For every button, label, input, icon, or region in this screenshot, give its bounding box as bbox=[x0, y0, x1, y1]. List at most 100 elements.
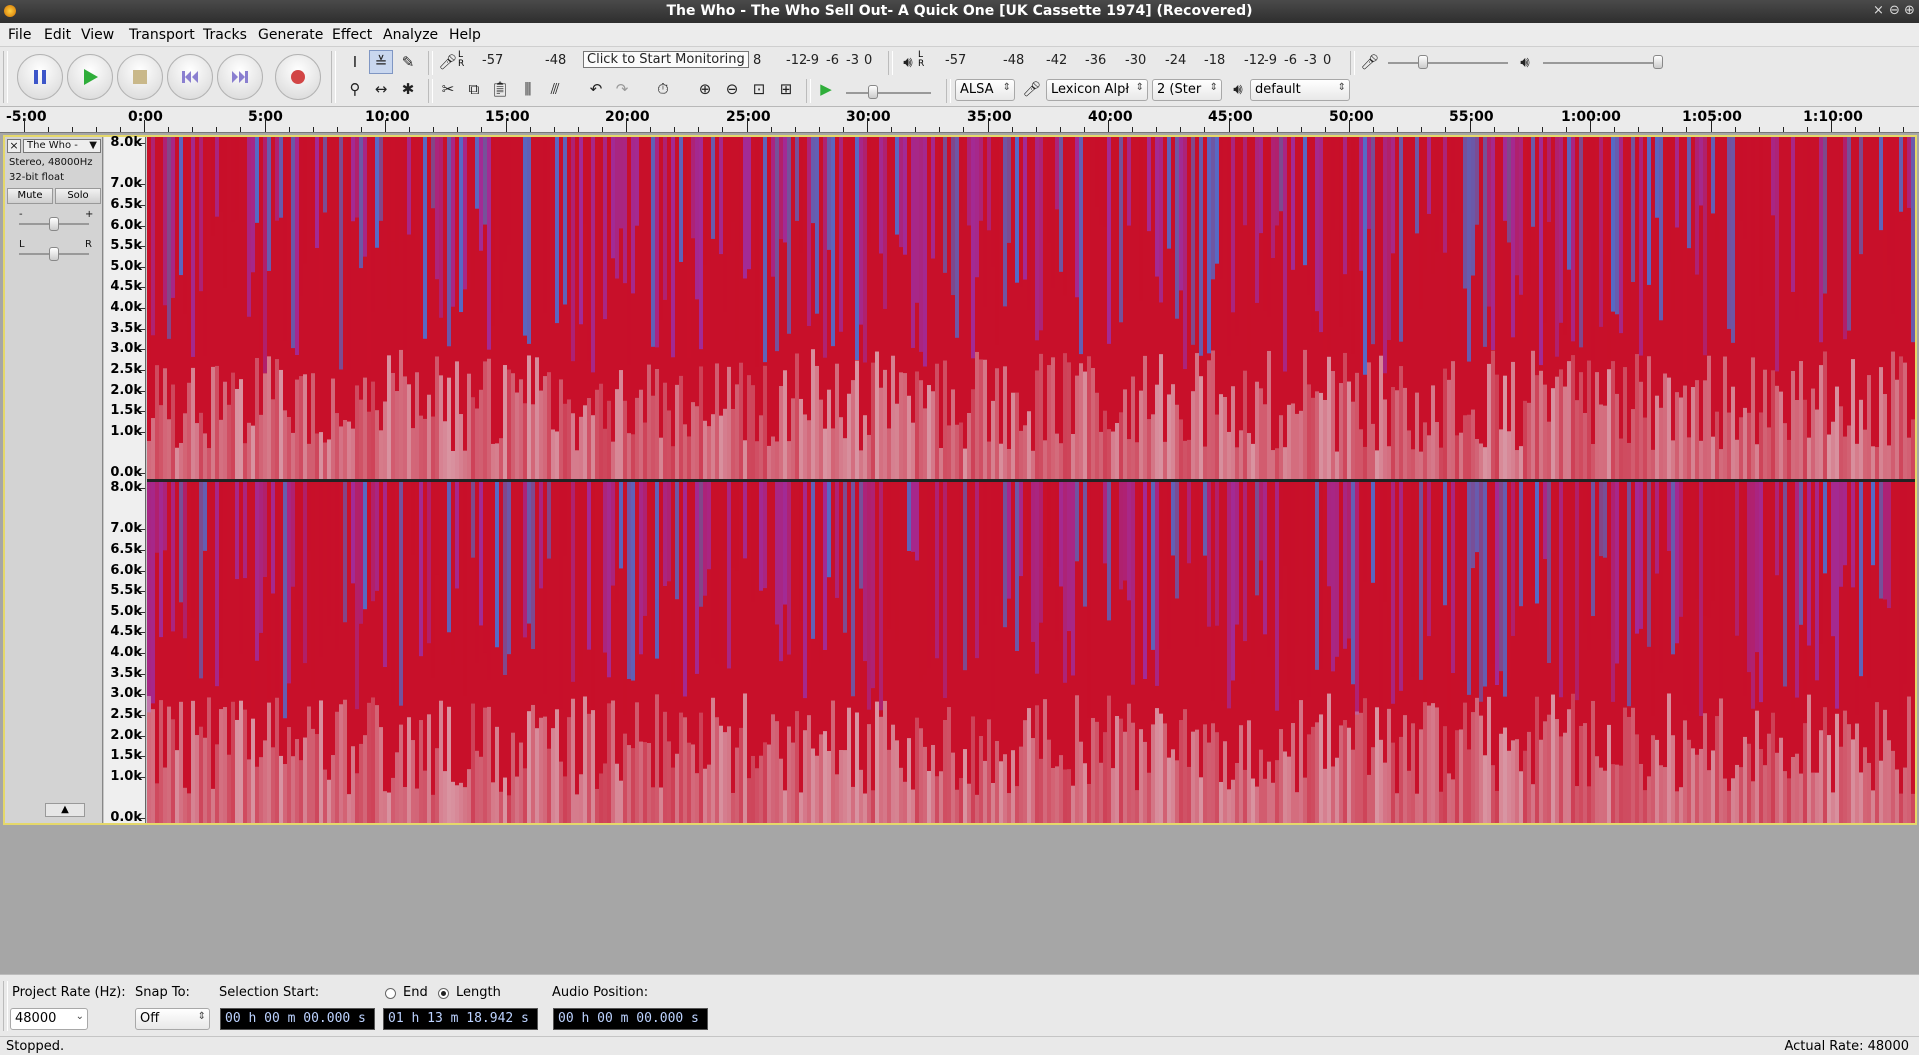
recording-volume-slider[interactable] bbox=[1418, 55, 1428, 69]
sync-lock-button[interactable]: ⏱ bbox=[651, 77, 675, 101]
audio-track[interactable]: × The Who - ▼ Stereo, 48000Hz 32-bit floa… bbox=[3, 135, 1917, 825]
solo-button[interactable]: Solo bbox=[55, 188, 101, 204]
ruler-tick bbox=[601, 127, 603, 132]
recording-channels-select[interactable]: 2 (Ster ⇕ bbox=[1152, 79, 1222, 101]
minimize-window-button[interactable]: ⊖ bbox=[1889, 3, 1900, 18]
ruler-label: 10:00 bbox=[365, 109, 410, 125]
undo-icon: ↶ bbox=[589, 80, 603, 98]
spectrogram-right-channel[interactable] bbox=[147, 482, 1915, 823]
menu-transport[interactable]: Transport bbox=[129, 27, 195, 43]
close-track-button[interactable]: × bbox=[7, 139, 21, 153]
recording-device-select[interactable]: Lexicon Alpł ⇕ bbox=[1046, 79, 1148, 101]
pause-button[interactable] bbox=[17, 54, 63, 100]
envelope-tool[interactable]: ≚ bbox=[369, 50, 393, 74]
menu-view[interactable]: View bbox=[81, 27, 114, 43]
close-icon: × bbox=[9, 139, 19, 152]
length-value: 01 h 13 m 18.942 s bbox=[388, 1011, 529, 1026]
frequency-label: 8.0k bbox=[110, 135, 142, 150]
menu-edit[interactable]: Edit bbox=[44, 27, 71, 43]
record-meter[interactable]: -57 -48 Click to Start Monitoring 8 -12 … bbox=[470, 50, 880, 70]
spectrogram-image bbox=[147, 137, 1915, 479]
menu-tracks[interactable]: Tracks bbox=[203, 27, 247, 43]
skip-to-end-button[interactable] bbox=[217, 54, 263, 100]
record-meter-grip[interactable] bbox=[428, 51, 433, 75]
snap-to-value: Off bbox=[140, 1011, 160, 1026]
frequency-tick bbox=[140, 549, 145, 551]
play-at-speed-button[interactable]: ▶ bbox=[814, 77, 838, 101]
edit-toolbar-grip[interactable] bbox=[428, 79, 433, 103]
dropdown-arrow-icon: ▼ bbox=[89, 140, 97, 151]
tools-toolbar-grip[interactable] bbox=[331, 51, 336, 103]
redo-button[interactable]: ↷ bbox=[610, 77, 634, 101]
silence-button[interactable]: ⫻ bbox=[543, 77, 567, 101]
record-scale-tick: -48 bbox=[545, 53, 567, 68]
play-speed-slider[interactable] bbox=[868, 85, 878, 99]
playback-device-value: default bbox=[1255, 82, 1301, 97]
time-shift-tool[interactable]: ↔ bbox=[369, 77, 393, 101]
play-at-speed-grip[interactable] bbox=[806, 79, 811, 103]
ruler-tick bbox=[168, 127, 170, 132]
multi-tool[interactable]: ✱ bbox=[396, 77, 420, 101]
silence-icon: ⫻ bbox=[550, 80, 560, 98]
frequency-ruler[interactable]: 8.0k 7.0k 6.5k 6.0k 5.5k 5.0k 4.5k 4.0k 3.5k 3.0k… bbox=[104, 135, 146, 825]
selection-toolbar-grip[interactable] bbox=[3, 981, 8, 1031]
timeline-ruler[interactable]: -5:00 0:00 5:00 10:00 15:00 20:00 25:00 … bbox=[0, 107, 1919, 133]
length-radio[interactable] bbox=[438, 988, 449, 999]
record-button[interactable] bbox=[275, 54, 321, 100]
play-button[interactable] bbox=[67, 54, 113, 100]
mixer-toolbar-grip[interactable] bbox=[1350, 51, 1355, 75]
play-meter-button[interactable]: 🔊︎ bbox=[896, 50, 920, 74]
audio-position-value: 00 h 00 m 00.000 s bbox=[558, 1011, 699, 1026]
zoom-in-button[interactable]: ⊕ bbox=[693, 77, 717, 101]
snap-to-select[interactable]: Off ⇕ bbox=[135, 1008, 210, 1030]
play-meter[interactable]: -57 -48 -42 -36 -30 -24 -18 -12 -9 -6 -3… bbox=[930, 50, 1340, 70]
copy-button[interactable]: ⧉ bbox=[462, 77, 486, 101]
frequency-label: 7.0k bbox=[110, 521, 142, 537]
undo-button[interactable]: ↶ bbox=[584, 77, 608, 101]
fit-project-button[interactable]: ⊞ bbox=[774, 77, 798, 101]
zoom-out-button[interactable]: ⊖ bbox=[720, 77, 744, 101]
menu-file[interactable]: File bbox=[8, 27, 31, 43]
mute-button[interactable]: Mute bbox=[7, 188, 53, 204]
ruler-tick bbox=[119, 127, 121, 132]
selection-start-field[interactable]: 00 h 00 m 00.000 s bbox=[220, 1008, 375, 1030]
menu-effect[interactable]: Effect bbox=[332, 27, 372, 43]
record-meter-button[interactable]: 🎤︎ bbox=[436, 50, 460, 74]
maximize-window-button[interactable]: ⊕ bbox=[1904, 3, 1915, 18]
trim-button[interactable]: ⫼ bbox=[516, 77, 540, 101]
skip-to-start-button[interactable] bbox=[167, 54, 213, 100]
ruler-tick bbox=[360, 127, 362, 132]
pan-slider[interactable] bbox=[49, 247, 59, 261]
fit-selection-button[interactable]: ⊡ bbox=[747, 77, 771, 101]
playback-device-select[interactable]: default ⇕ bbox=[1250, 79, 1350, 101]
menu-generate[interactable]: Generate bbox=[258, 27, 323, 43]
spectrogram-left-channel[interactable] bbox=[147, 137, 1915, 479]
record-monitor-hint[interactable]: Click to Start Monitoring bbox=[583, 51, 749, 68]
zoom-fit-icon: ⊞ bbox=[779, 80, 793, 98]
device-toolbar-grip[interactable] bbox=[946, 79, 951, 103]
audio-host-select[interactable]: ALSA ⇕ bbox=[955, 79, 1015, 101]
ruler-label: 30:00 bbox=[846, 109, 891, 125]
audio-position-field[interactable]: 00 h 00 m 00.000 s bbox=[553, 1008, 708, 1030]
project-rate-select[interactable]: 48000 ⌄ bbox=[10, 1008, 88, 1030]
playback-volume-icon: 🔊︎ bbox=[1513, 50, 1537, 74]
stop-button[interactable] bbox=[117, 54, 163, 100]
menu-analyze[interactable]: Analyze bbox=[383, 27, 438, 43]
track-name-menu[interactable]: The Who - ▼ bbox=[23, 139, 101, 153]
zoom-tool[interactable]: ⚲ bbox=[343, 77, 367, 101]
frequency-label: 2.5k bbox=[110, 706, 142, 722]
collapse-track-button[interactable]: ▲ bbox=[45, 803, 85, 817]
cut-button[interactable]: ✂ bbox=[436, 77, 460, 101]
transport-toolbar-grip[interactable] bbox=[3, 51, 8, 103]
playback-volume-slider[interactable] bbox=[1653, 55, 1663, 69]
play-meter-grip[interactable] bbox=[888, 51, 893, 75]
menu-help[interactable]: Help bbox=[449, 27, 481, 43]
gain-slider[interactable] bbox=[49, 217, 59, 231]
draw-tool[interactable]: ✎ bbox=[396, 50, 420, 74]
end-radio[interactable] bbox=[385, 988, 396, 999]
frequency-label: 1.0k bbox=[110, 423, 142, 439]
close-window-button[interactable]: × bbox=[1873, 3, 1884, 18]
paste-button[interactable]: 📋︎ bbox=[488, 77, 512, 101]
selection-tool[interactable]: I bbox=[343, 50, 367, 74]
length-field[interactable]: 01 h 13 m 18.942 s bbox=[383, 1008, 538, 1030]
